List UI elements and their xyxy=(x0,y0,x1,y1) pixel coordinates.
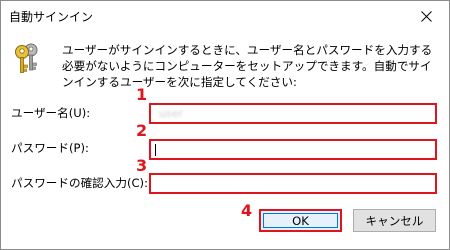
password-label: パスワード(P): xyxy=(11,141,89,155)
cancel-button-label: キャンセル xyxy=(365,213,424,228)
window-title: 自動サインイン xyxy=(9,10,94,24)
ok-button[interactable]: OK xyxy=(259,209,342,232)
username-value: user xyxy=(159,107,183,120)
close-icon xyxy=(420,10,432,22)
confirm-password-field[interactable] xyxy=(149,173,437,194)
focus-ring xyxy=(263,213,338,228)
password-field[interactable] xyxy=(149,139,437,160)
username-field[interactable]: user xyxy=(149,103,437,124)
callout-2: 2 xyxy=(136,121,148,140)
auto-signin-dialog: 自動サインイン ユーザーがサインインするときに、ユーザー名とパスワードを入力する… xyxy=(0,0,450,250)
confirm-password-label: パスワードの確認入力(C): xyxy=(11,176,148,190)
keys-icon xyxy=(15,43,38,73)
username-label: ユーザー名(U): xyxy=(11,106,91,120)
title-bar: 自動サインイン xyxy=(1,1,449,31)
cancel-button[interactable]: キャンセル xyxy=(353,209,436,232)
callout-3: 3 xyxy=(136,156,148,175)
description-text: ユーザーがサインインするときに、ユーザー名とパスワードを入力する必要がないように… xyxy=(62,43,433,89)
callout-4: 4 xyxy=(241,201,253,220)
callout-1: 1 xyxy=(136,85,148,104)
close-button[interactable] xyxy=(403,1,449,31)
text-caret xyxy=(155,144,156,156)
